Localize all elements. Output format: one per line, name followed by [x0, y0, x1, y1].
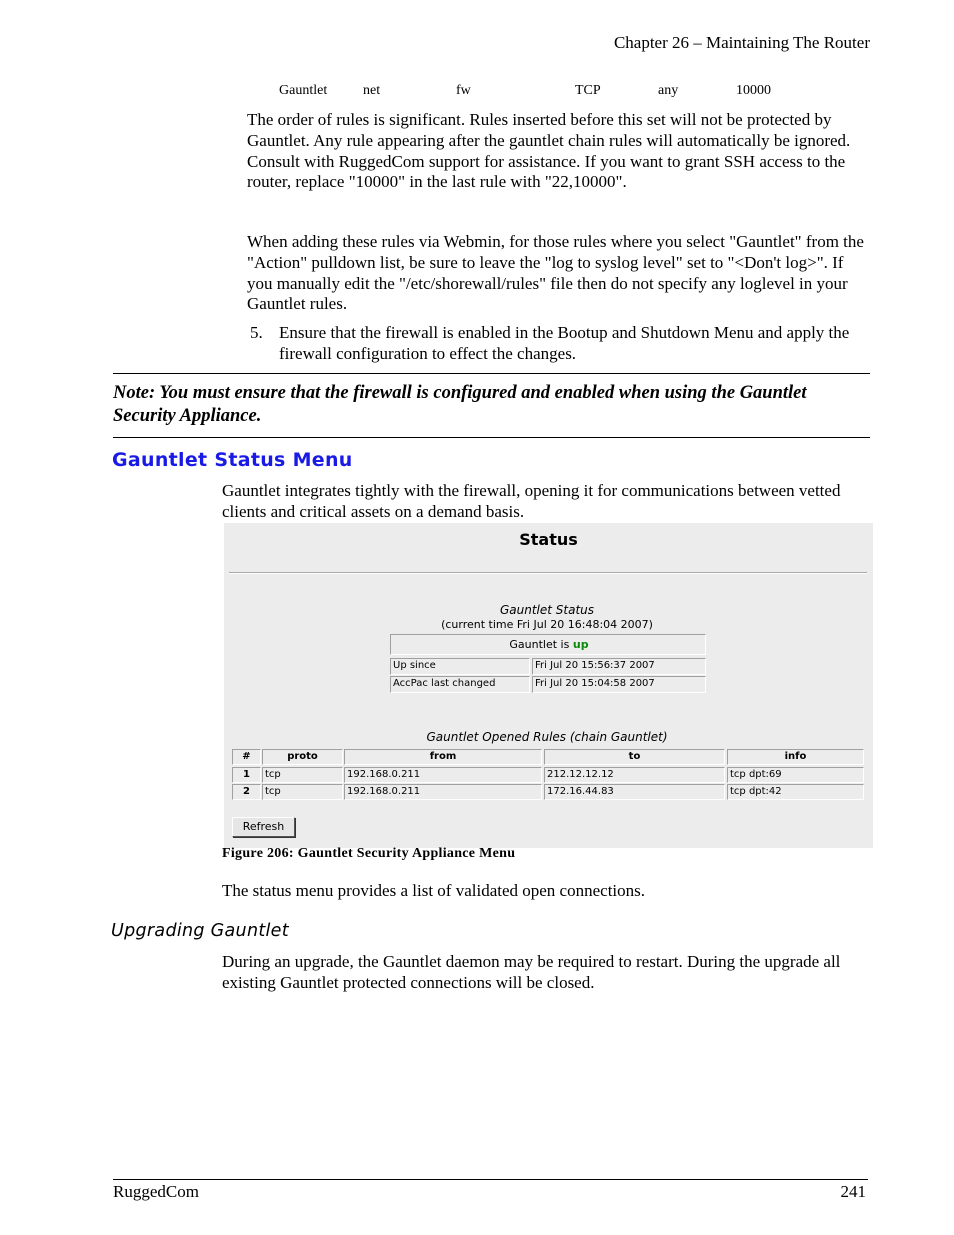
figure-caption: Figure 206: Gauntlet Security Appliance … — [222, 846, 516, 861]
status-prefix: Gauntlet is — [509, 638, 570, 651]
list-text: Ensure that the firewall is enabled in t… — [279, 323, 850, 363]
gauntlet-intro-paragraph: Gauntlet integrates tightly with the fir… — [222, 481, 841, 521]
divider — [113, 437, 870, 438]
rule-dest: fw — [456, 83, 471, 98]
status-value-cell: Fri Jul 20 15:56:37 2007 — [532, 658, 706, 675]
chapter-header: Chapter 26 – Maintaining The Router — [613, 33, 870, 52]
divider — [229, 572, 867, 574]
rule-port-dst: 10000 — [736, 83, 771, 98]
status-value-cell: Fri Jul 20 15:04:58 2007 — [532, 676, 706, 693]
rule-to: 172.16.44.83 — [544, 784, 725, 800]
col-header-proto: proto — [262, 749, 343, 765]
col-header-num: # — [232, 749, 261, 765]
status-description: The status menu provides a list of valid… — [222, 881, 646, 900]
list-number: 5. — [250, 323, 263, 342]
col-header-info: info — [727, 749, 864, 765]
section-title: Gauntlet Status Menu — [112, 449, 353, 471]
rule-from: 192.168.0.211 — [344, 784, 542, 800]
rule-info: tcp dpt:42 — [727, 784, 864, 800]
opened-rules-title: Gauntlet Opened Rules (chain Gauntlet) — [426, 730, 668, 744]
page-number: 241 — [840, 1182, 867, 1201]
rule-action: Gauntlet — [279, 83, 328, 98]
rule-proto: tcp — [262, 784, 343, 800]
rule-from: 192.168.0.211 — [344, 767, 542, 783]
col-header-from: from — [344, 749, 542, 765]
upgrade-paragraph: During an upgrade, the Gauntlet daemon m… — [222, 952, 841, 992]
rule-port-src: any — [658, 83, 679, 98]
note: Note: You must ensure that the firewall … — [113, 383, 807, 426]
status-label: Up since — [390, 658, 530, 675]
rule-proto: tcp — [262, 767, 343, 783]
rules-order-paragraph: The order of rules is significant. Rules… — [247, 110, 851, 192]
rule-num: 2 — [232, 784, 261, 800]
status-title: Status — [519, 530, 578, 549]
rule-source: net — [363, 83, 381, 98]
divider — [113, 373, 870, 374]
gauntlet-status-title: Gauntlet Status — [499, 603, 595, 617]
rule-proto: TCP — [575, 83, 601, 98]
rule-info: tcp dpt:69 — [727, 767, 864, 783]
webmin-paragraph: When adding these rules via Webmin, for … — [247, 232, 864, 314]
status-label: AccPac last changed — [390, 676, 530, 693]
footer-divider — [113, 1179, 868, 1180]
col-header-to: to — [544, 749, 725, 765]
rule-to: 212.12.12.12 — [544, 767, 725, 783]
rule-num: 1 — [232, 767, 261, 783]
status-screenshot: Status Gauntlet Status (current time Fri… — [224, 523, 873, 848]
refresh-button[interactable]: Refresh — [232, 817, 295, 837]
subsection-title: Upgrading Gauntlet — [111, 921, 289, 941]
gauntlet-status-cell: Gauntlet is up — [390, 634, 706, 655]
status-value: up — [572, 638, 589, 651]
footer-company: RuggedCom — [113, 1182, 199, 1201]
current-time: (current time Fri Jul 20 16:48:04 2007) — [441, 618, 653, 631]
